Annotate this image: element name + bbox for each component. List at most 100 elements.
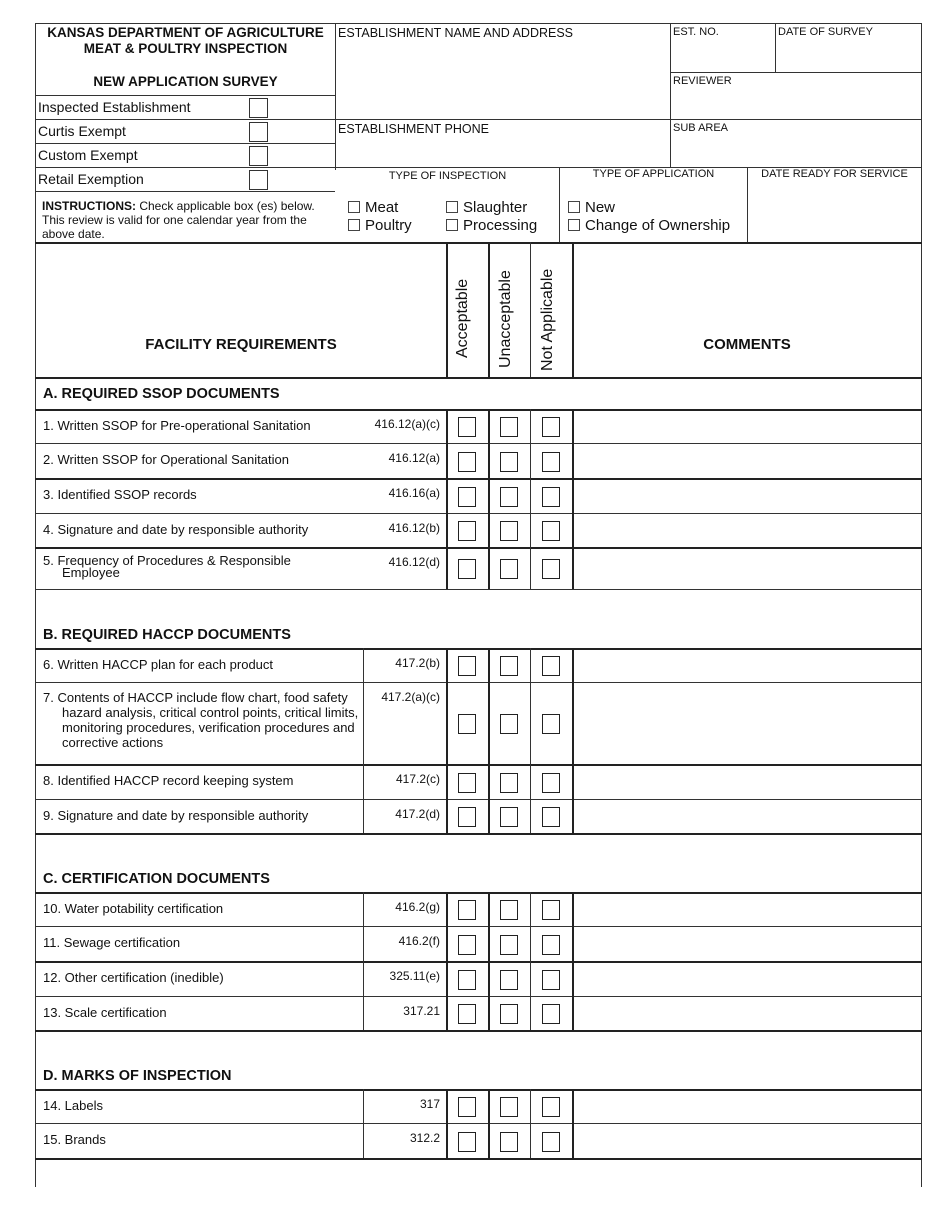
acceptable-checkbox[interactable] xyxy=(458,1097,476,1117)
not-applicable-checkbox[interactable] xyxy=(542,714,560,734)
divider xyxy=(35,377,922,379)
requirement-text: 4. Signature and date by responsible aut… xyxy=(43,522,309,537)
divider xyxy=(572,799,574,833)
comments-field[interactable] xyxy=(575,766,919,797)
regulation-reference: 317.21 xyxy=(403,1004,440,1018)
comments-field[interactable] xyxy=(575,1091,919,1121)
acceptable-checkbox[interactable] xyxy=(458,452,476,472)
date-of-survey-field[interactable] xyxy=(778,40,918,70)
not-applicable-checkbox[interactable] xyxy=(542,1132,560,1152)
acceptable-checkbox[interactable] xyxy=(458,900,476,920)
unacceptable-checkbox[interactable] xyxy=(500,773,518,793)
unacceptable-checkbox[interactable] xyxy=(500,487,518,507)
custom-exempt-checkbox[interactable] xyxy=(249,146,268,166)
unacceptable-checkbox[interactable] xyxy=(500,1132,518,1152)
application-option-new[interactable]: New xyxy=(568,199,615,216)
unacceptable-checkbox[interactable] xyxy=(500,452,518,472)
checkbox-icon[interactable] xyxy=(446,201,458,213)
retail-exemption-checkbox[interactable] xyxy=(249,170,268,190)
not-applicable-checkbox[interactable] xyxy=(542,656,560,676)
option-label: Change of Ownership xyxy=(585,217,731,234)
acceptable-checkbox[interactable] xyxy=(458,1004,476,1024)
inspection-option-poultry[interactable]: Poultry xyxy=(348,217,412,234)
est-no-field[interactable] xyxy=(673,40,773,70)
comments-field[interactable] xyxy=(575,411,919,441)
unacceptable-checkbox[interactable] xyxy=(500,1097,518,1117)
divider xyxy=(446,513,448,547)
comments-field[interactable] xyxy=(575,480,919,511)
acceptable-checkbox[interactable] xyxy=(458,487,476,507)
inspection-option-processing[interactable]: Processing xyxy=(446,217,537,234)
not-applicable-checkbox[interactable] xyxy=(542,773,560,793)
unacceptable-checkbox[interactable] xyxy=(500,417,518,437)
sub-area-field[interactable] xyxy=(673,136,918,165)
acceptable-checkbox[interactable] xyxy=(458,773,476,793)
inspected-establishment-checkbox[interactable] xyxy=(249,98,268,118)
curtis-exempt-checkbox[interactable] xyxy=(249,122,268,142)
divider xyxy=(530,799,531,833)
not-applicable-checkbox[interactable] xyxy=(542,452,560,472)
establishment-name-address-field[interactable] xyxy=(338,44,668,116)
agency-line-1: KANSAS DEPARTMENT OF AGRICULTURE xyxy=(47,25,324,40)
inspection-option-slaughter[interactable]: Slaughter xyxy=(446,199,527,216)
checkbox-icon[interactable] xyxy=(446,219,458,231)
comments-field[interactable] xyxy=(575,445,919,476)
comments-field[interactable] xyxy=(575,515,919,545)
unacceptable-checkbox[interactable] xyxy=(500,935,518,955)
acceptable-checkbox[interactable] xyxy=(458,656,476,676)
establishment-phone-field[interactable] xyxy=(338,138,668,165)
acceptable-checkbox[interactable] xyxy=(458,1132,476,1152)
unacceptable-checkbox[interactable] xyxy=(500,521,518,541)
not-applicable-checkbox[interactable] xyxy=(542,417,560,437)
comments-field[interactable] xyxy=(575,894,919,924)
divider xyxy=(363,996,364,1030)
checkbox-icon[interactable] xyxy=(568,201,580,213)
unacceptable-checkbox[interactable] xyxy=(500,807,518,827)
unacceptable-checkbox[interactable] xyxy=(500,970,518,990)
comments-field[interactable] xyxy=(575,650,919,680)
divider xyxy=(488,547,490,589)
acceptable-checkbox[interactable] xyxy=(458,521,476,541)
not-applicable-checkbox[interactable] xyxy=(542,1004,560,1024)
unacceptable-checkbox[interactable] xyxy=(500,900,518,920)
divider xyxy=(35,95,335,96)
not-applicable-checkbox[interactable] xyxy=(542,900,560,920)
not-applicable-checkbox[interactable] xyxy=(542,521,560,541)
acceptable-checkbox[interactable] xyxy=(458,559,476,579)
not-applicable-checkbox[interactable] xyxy=(542,935,560,955)
requirement-text: 3. Identified SSOP records xyxy=(43,487,197,502)
acceptable-checkbox[interactable] xyxy=(458,935,476,955)
comments-field[interactable] xyxy=(575,963,919,994)
comments-field[interactable] xyxy=(575,1125,919,1156)
date-ready-for-service-field[interactable] xyxy=(752,184,917,240)
regulation-reference: 317 xyxy=(419,1097,440,1111)
reviewer-field[interactable] xyxy=(673,89,918,117)
acceptable-checkbox[interactable] xyxy=(458,714,476,734)
comments-field[interactable] xyxy=(575,549,919,587)
unacceptable-checkbox[interactable] xyxy=(500,1004,518,1024)
acceptable-checkbox[interactable] xyxy=(458,970,476,990)
divider xyxy=(446,892,448,926)
unacceptable-checkbox[interactable] xyxy=(500,656,518,676)
comments-field[interactable] xyxy=(575,684,919,762)
checkbox-icon[interactable] xyxy=(568,219,580,231)
not-applicable-checkbox[interactable] xyxy=(542,487,560,507)
application-option-change-of-ownership[interactable]: Change of Ownership xyxy=(568,217,730,234)
not-applicable-checkbox[interactable] xyxy=(542,1097,560,1117)
checkbox-icon[interactable] xyxy=(348,201,360,213)
unacceptable-checkbox[interactable] xyxy=(500,714,518,734)
requirement-text: 7. Contents of HACCP include flow chart,… xyxy=(43,690,359,750)
comments-field[interactable] xyxy=(575,998,919,1028)
acceptable-checkbox[interactable] xyxy=(458,807,476,827)
acceptable-checkbox[interactable] xyxy=(458,417,476,437)
not-applicable-checkbox[interactable] xyxy=(542,559,560,579)
not-applicable-checkbox[interactable] xyxy=(542,970,560,990)
requirement-text: 9. Signature and date by responsible aut… xyxy=(43,808,309,823)
comments-field[interactable] xyxy=(575,801,919,831)
unacceptable-checkbox[interactable] xyxy=(500,559,518,579)
comments-field[interactable] xyxy=(575,928,919,959)
checkbox-icon[interactable] xyxy=(348,219,360,231)
inspection-option-meat[interactable]: Meat xyxy=(348,199,398,216)
divider xyxy=(488,648,490,682)
not-applicable-checkbox[interactable] xyxy=(542,807,560,827)
